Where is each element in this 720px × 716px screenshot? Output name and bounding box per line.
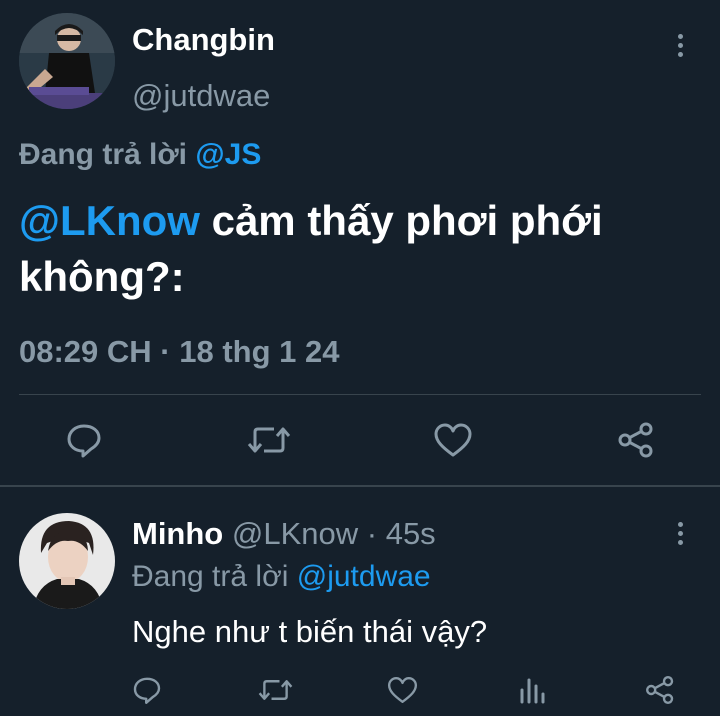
retweet-icon [247, 427, 291, 453]
mention-link[interactable]: @LKnow [19, 197, 200, 244]
avatar-image [19, 13, 115, 109]
reply-button[interactable] [64, 420, 104, 460]
more-options-icon[interactable] [670, 30, 690, 60]
reply-header: Minho @LKnow · 45s [132, 515, 436, 553]
like-icon [387, 677, 418, 703]
like-button[interactable] [386, 674, 419, 706]
tweet-body: @LKnow cảm thấy phơi phới không?: [19, 193, 659, 305]
section-divider [0, 485, 720, 487]
share-icon [618, 422, 653, 458]
replying-to-link[interactable]: @jutdwae [297, 560, 431, 593]
analytics-icon [520, 678, 545, 704]
reply-button[interactable] [131, 674, 163, 706]
analytics-button[interactable] [518, 674, 548, 706]
replying-label: Đang trả lời [19, 138, 188, 171]
share-button[interactable] [644, 674, 676, 706]
avatar[interactable] [19, 13, 115, 109]
replying-label: Đang trả lời [132, 560, 289, 593]
avatar-image [19, 513, 115, 609]
like-icon [434, 423, 472, 457]
share-button[interactable] [616, 420, 656, 460]
replying-to-link[interactable]: @JS [195, 138, 261, 171]
share-icon [646, 676, 674, 704]
timestamp: 08:29 CH · 18 thg 1 24 [19, 334, 340, 369]
divider [19, 394, 701, 395]
retweet-button[interactable] [247, 420, 291, 460]
retweet-button[interactable] [258, 674, 293, 706]
avatar[interactable] [19, 513, 115, 609]
reply-body: Nghe như t biến thái vậy? [132, 614, 488, 649]
more-options-icon[interactable] [670, 518, 690, 548]
replying-to-line: Đang trả lời @jutdwae [132, 559, 431, 595]
tweet-age: · 45s [366, 516, 436, 551]
author-handle[interactable]: @LKnow [232, 516, 358, 551]
author-handle[interactable]: @jutdwae [132, 78, 270, 114]
author-name[interactable]: Minho [132, 516, 223, 551]
author-name[interactable]: Changbin [132, 22, 275, 58]
retweet-icon [258, 680, 293, 700]
like-button[interactable] [432, 420, 474, 460]
reply-icon [133, 677, 161, 704]
replying-to-line: Đang trả lời @JS [19, 137, 261, 173]
reply-icon [67, 424, 101, 458]
